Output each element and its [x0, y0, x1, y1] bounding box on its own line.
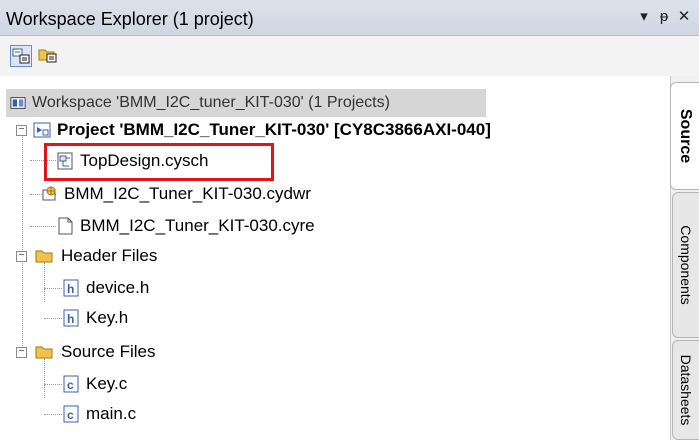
- header-files-node[interactable]: − Header Files: [16, 242, 157, 270]
- c-file-icon: c: [63, 375, 79, 393]
- collapse-icon[interactable]: −: [16, 346, 27, 358]
- workspace-tree: Workspace 'BMM_I2C_tuner_KIT-030' (1 Pro…: [0, 76, 660, 440]
- key-h-node[interactable]: h Key.h: [62, 304, 128, 332]
- source-files-node[interactable]: − Source Files: [16, 338, 155, 366]
- header-file-icon: h: [63, 309, 79, 327]
- pin-icon[interactable]: ᵽ: [656, 8, 672, 26]
- tab-datasheets[interactable]: Datasheets: [672, 340, 699, 440]
- workspace-icon: [10, 97, 26, 109]
- cyre-node[interactable]: BMM_I2C_Tuner_KIT-030.cyre: [56, 212, 315, 240]
- source-view-icon: [12, 48, 30, 64]
- tab-datasheets-label: Datasheets: [678, 354, 694, 426]
- main-c-node[interactable]: c main.c: [62, 400, 136, 428]
- folder-view-button[interactable]: [38, 45, 60, 67]
- tree-connector: [22, 128, 23, 346]
- source-files-label: Source Files: [61, 342, 156, 361]
- folder-icon: [35, 346, 53, 359]
- tab-source[interactable]: Source: [670, 82, 699, 190]
- svg-text:c: c: [67, 378, 74, 392]
- tab-components[interactable]: Components: [672, 192, 699, 338]
- toolbar: [0, 36, 699, 76]
- folder-icon: [35, 250, 53, 263]
- cydwr-node[interactable]: BMM_I2C_Tuner_KIT-030.cydwr: [40, 180, 311, 208]
- svg-text:h: h: [67, 282, 74, 296]
- device-h-node[interactable]: h device.h: [62, 274, 149, 302]
- folder-view-icon: [38, 49, 57, 63]
- key-c-node[interactable]: c Key.c: [62, 370, 127, 398]
- dropdown-icon[interactable]: ▾: [636, 8, 652, 26]
- highlight-box: [44, 143, 274, 181]
- key-c-label: Key.c: [86, 374, 128, 393]
- close-icon[interactable]: ✕: [676, 8, 692, 26]
- collapse-icon[interactable]: −: [16, 124, 27, 136]
- main-c-label: main.c: [86, 404, 137, 423]
- tree-connector: [44, 318, 62, 319]
- project-node[interactable]: − Project 'BMM_I2C_Tuner_KIT-030' [CY8C3…: [16, 116, 491, 144]
- device-h-label: device.h: [86, 278, 150, 297]
- tree-connector: [44, 384, 62, 385]
- workspace-label: Workspace 'BMM_I2C_tuner_KIT-030' (1 Pro…: [32, 94, 390, 111]
- key-h-label: Key.h: [86, 308, 129, 327]
- tab-source-label: Source: [677, 108, 694, 164]
- header-file-icon: h: [63, 279, 79, 297]
- cyre-label: BMM_I2C_Tuner_KIT-030.cyre: [80, 216, 315, 235]
- cydwr-label: BMM_I2C_Tuner_KIT-030.cydwr: [64, 184, 311, 203]
- file-icon: [58, 217, 73, 235]
- tab-components-label: Components: [678, 225, 694, 305]
- project-icon: [33, 122, 51, 138]
- collapse-icon[interactable]: −: [16, 250, 27, 262]
- tree-connector: [44, 414, 62, 415]
- svg-text:c: c: [67, 408, 74, 422]
- workspace-node[interactable]: Workspace 'BMM_I2C_tuner_KIT-030' (1 Pro…: [6, 89, 486, 117]
- header-files-label: Header Files: [61, 246, 158, 265]
- workspace-explorer-panel: Workspace Explorer (1 project) ▾ ᵽ ✕ Wor…: [0, 0, 699, 440]
- tree-connector: [30, 226, 56, 227]
- source-view-button[interactable]: [10, 45, 32, 67]
- c-file-icon: c: [63, 405, 79, 423]
- project-label: Project 'BMM_I2C_Tuner_KIT-030' [CY8C386…: [57, 120, 491, 139]
- design-wide-resources-icon: [42, 186, 56, 201]
- title-bar: Workspace Explorer (1 project) ▾ ᵽ ✕: [0, 0, 699, 36]
- panel-title: Workspace Explorer (1 project): [6, 9, 254, 29]
- svg-text:h: h: [67, 312, 74, 326]
- tree-connector: [44, 288, 62, 289]
